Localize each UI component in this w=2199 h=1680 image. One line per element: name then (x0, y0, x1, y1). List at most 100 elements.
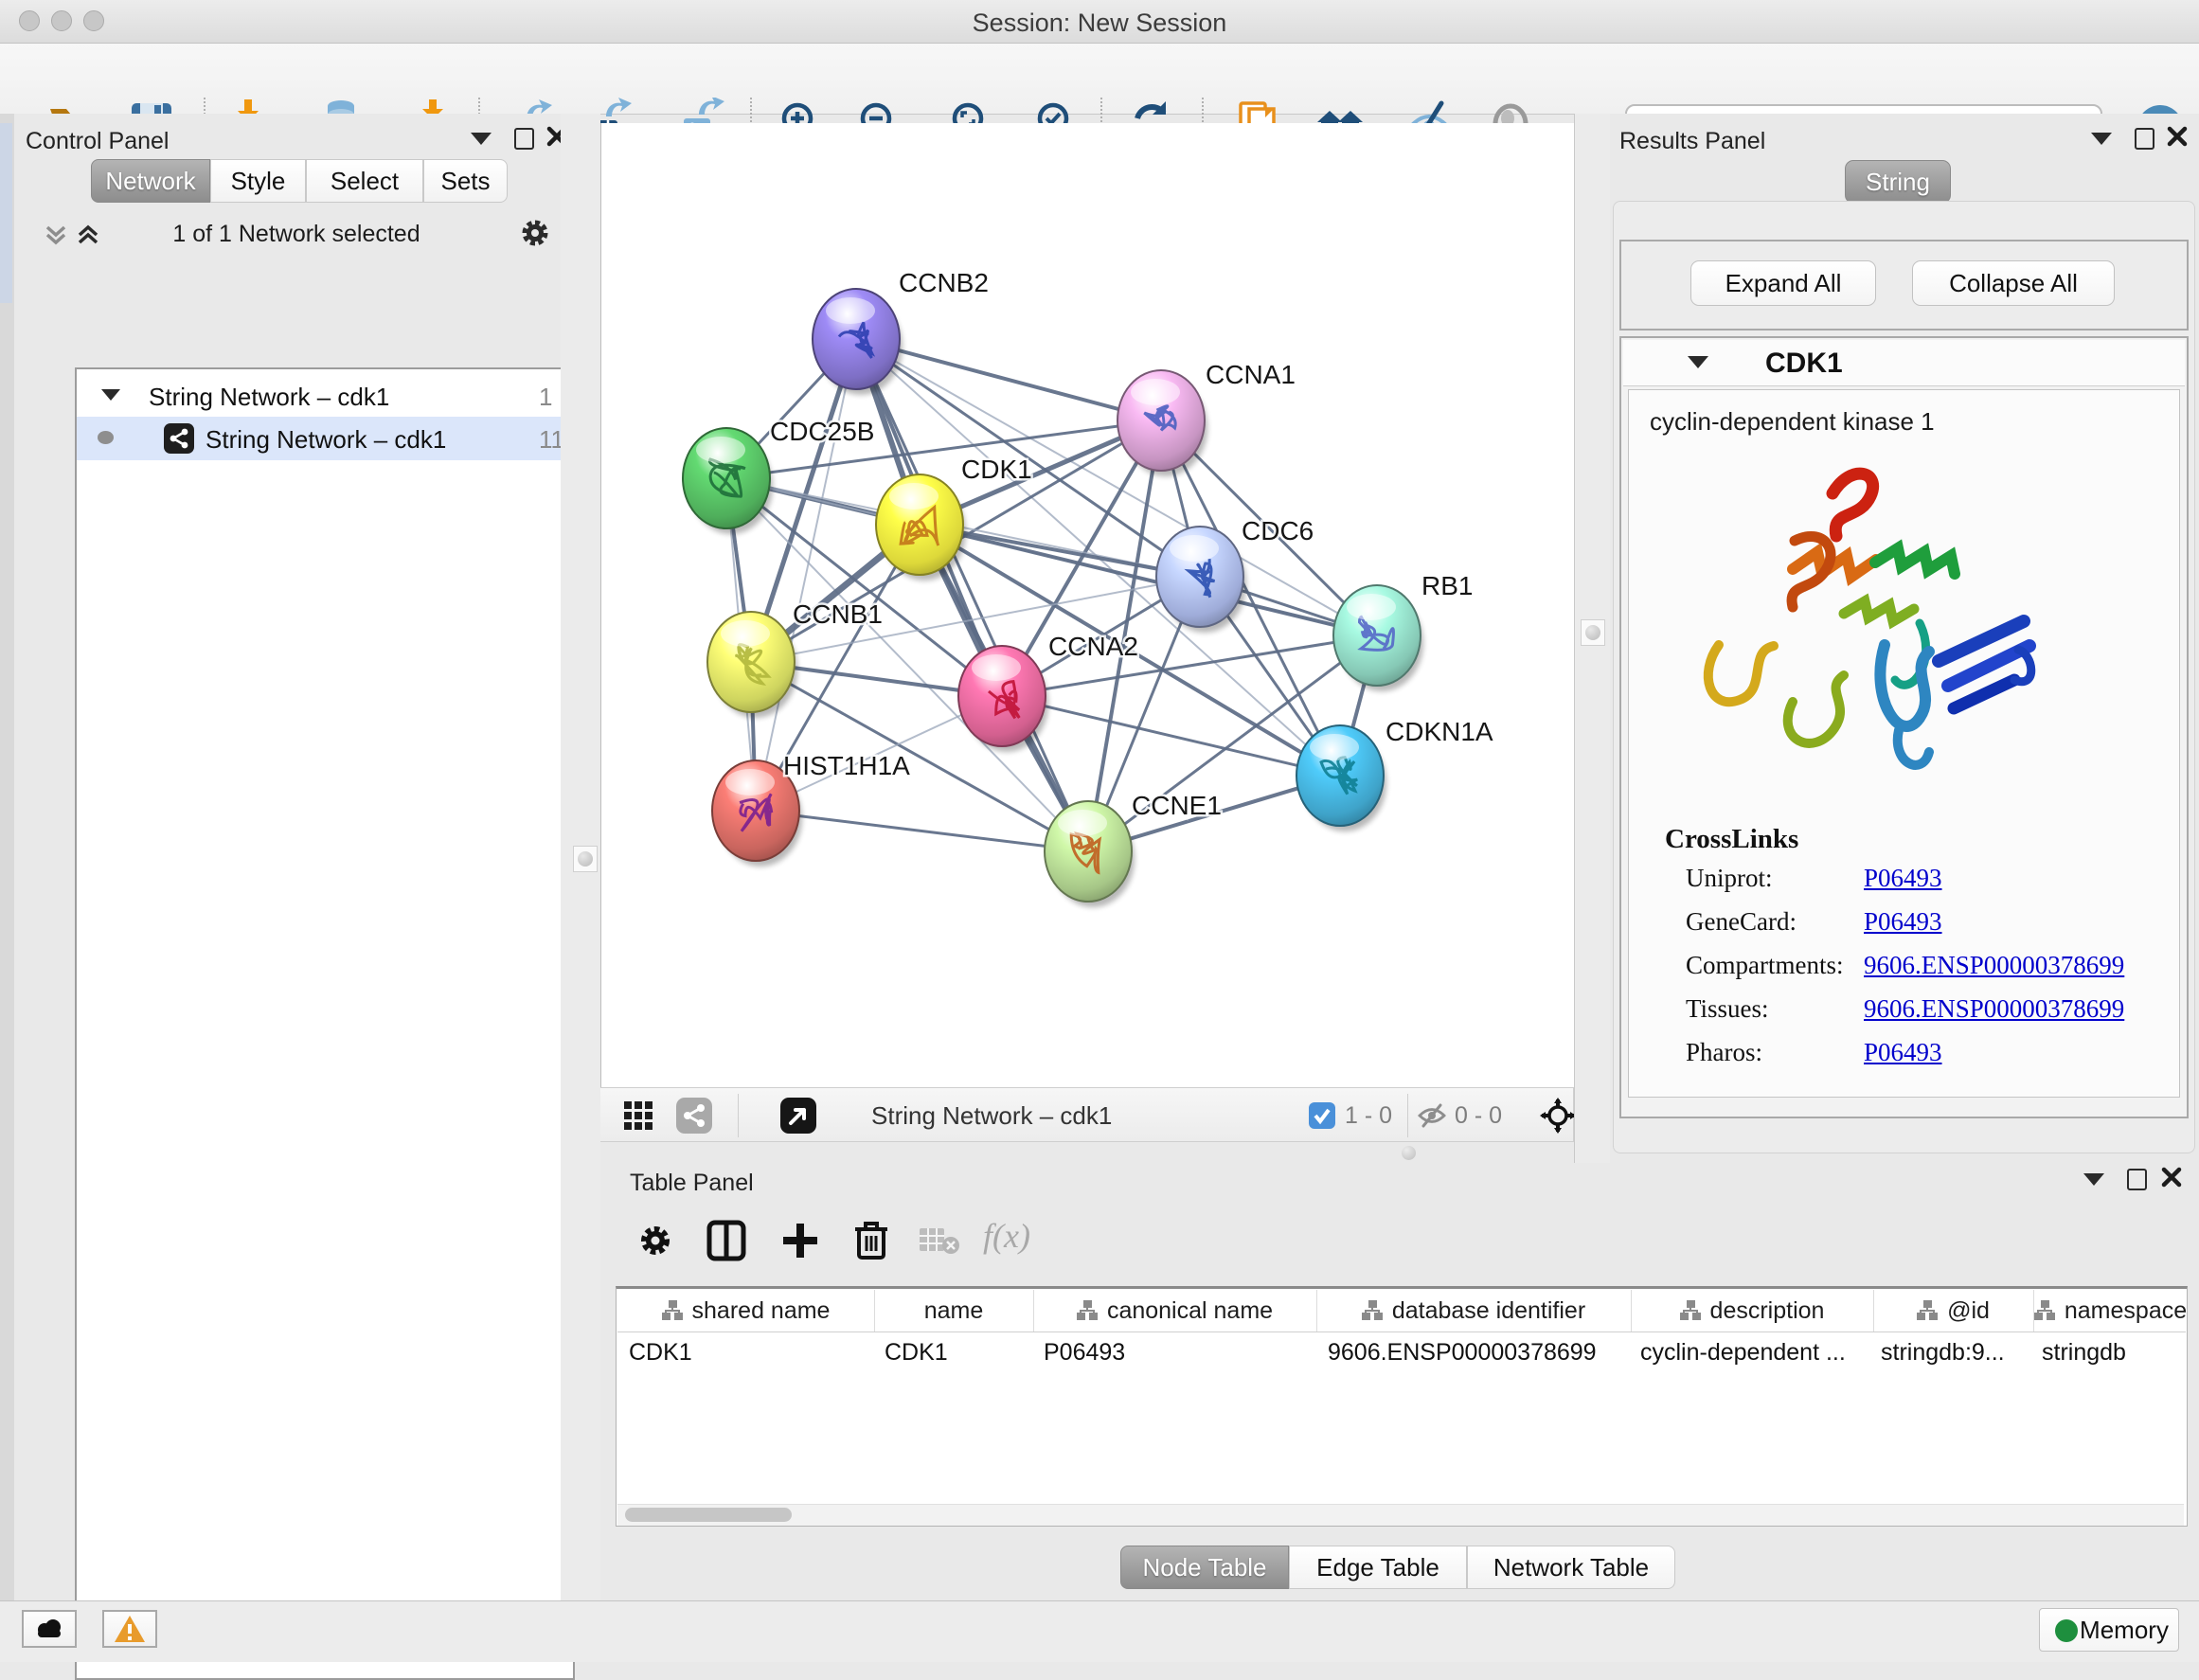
pharos-link[interactable]: P06493 (1864, 1038, 1942, 1066)
tab-network[interactable]: Network (91, 159, 210, 203)
right-splitter[interactable] (1574, 114, 1611, 1163)
splitter-collapse-handle[interactable] (1581, 619, 1605, 646)
expand-all-button[interactable]: Expand All (1690, 260, 1876, 306)
network-collection-row[interactable]: String Network – cdk1 1 (77, 375, 569, 417)
svg-text:CCNA2: CCNA2 (1048, 632, 1138, 661)
delete-table-icon (919, 1225, 960, 1256)
panel-menu-icon[interactable] (2091, 133, 2112, 145)
netbar-separator (738, 1094, 739, 1137)
close-panel-icon[interactable] (2167, 126, 2188, 147)
column-type-icon (1917, 1300, 1938, 1321)
tissues-link[interactable]: 9606.ENSP00000378699 (1864, 994, 2124, 1023)
string-network-icon (164, 423, 194, 454)
selected-checkbox-icon[interactable] (1309, 1102, 1335, 1129)
tab-sets[interactable]: Sets (423, 159, 508, 203)
detach-view-icon[interactable] (780, 1098, 816, 1134)
network-collection-count: 1 (539, 383, 552, 412)
crosslink-label: Tissues: (1686, 994, 1769, 1023)
float-panel-icon[interactable] (514, 128, 534, 150)
table-cell[interactable]: CDK1 (885, 1339, 1027, 1377)
protein-structure-image (1681, 451, 2088, 820)
status-bar: Memory (0, 1600, 2199, 1662)
compartments-link[interactable]: 9606.ENSP00000378699 (1864, 951, 2124, 979)
float-panel-icon[interactable] (2127, 1169, 2147, 1190)
panel-menu-icon[interactable] (2083, 1173, 2104, 1186)
scrollbar-thumb[interactable] (625, 1508, 792, 1522)
crosslink-label: Pharos: (1686, 1038, 1762, 1066)
column-header-name[interactable]: name (874, 1290, 1034, 1331)
cdk1-section-title: CDK1 (1765, 348, 1843, 380)
cdk1-details: cyclin-dependent kinase 1 (1628, 389, 2180, 1098)
genecard-link[interactable]: P06493 (1864, 907, 1942, 936)
results-panel: Results Panel String Expand All Collapse… (1610, 114, 2199, 1163)
cdk1-section-header[interactable]: CDK1 (1623, 340, 2185, 386)
table-cell[interactable]: stringdb (2042, 1339, 2184, 1377)
tab-string[interactable]: String (1845, 160, 1951, 204)
svg-text:CCNB1: CCNB1 (793, 599, 883, 629)
control-panel-title: Control Panel (26, 128, 169, 155)
horizontal-scrollbar[interactable] (617, 1504, 2184, 1526)
collapse-all-icon[interactable] (43, 222, 69, 248)
network-row-label: String Network – cdk1 (206, 425, 446, 455)
svg-text:CDC6: CDC6 (1242, 516, 1314, 545)
table-cell[interactable]: P06493 (1044, 1339, 1309, 1377)
svg-text:CDKN1A: CDKN1A (1386, 717, 1493, 746)
splitter-handle-dot[interactable] (1402, 1146, 1416, 1160)
tab-edge-table[interactable]: Edge Table (1289, 1546, 1467, 1589)
table-gear-icon[interactable] (636, 1222, 674, 1260)
tab-style[interactable]: Style (210, 159, 306, 203)
cloud-button[interactable] (22, 1610, 77, 1648)
table-cell[interactable]: CDK1 (629, 1339, 866, 1377)
tab-node-table[interactable]: Node Table (1120, 1546, 1289, 1589)
tab-select[interactable]: Select (306, 159, 423, 203)
panel-menu-icon[interactable] (471, 133, 492, 145)
column-header-namespace[interactable]: namespace (2033, 1290, 2188, 1331)
warning-button[interactable] (102, 1610, 157, 1648)
birds-eye-icon[interactable] (1540, 1098, 1576, 1134)
column-type-icon (2034, 1300, 2055, 1321)
crosslinks-heading: CrossLinks (1665, 824, 1798, 855)
crosslink-label: Uniprot: (1686, 864, 1773, 892)
network-row-selected[interactable]: String Network – cdk1 11 48 (77, 417, 569, 460)
svg-text:CCNA1: CCNA1 (1206, 360, 1296, 389)
svg-text:CCNB2: CCNB2 (899, 268, 989, 297)
table-cell[interactable]: cyclin-dependent ... (1640, 1339, 1868, 1377)
column-header-database-identifier[interactable]: database identifier (1316, 1290, 1632, 1331)
network-graph[interactable]: CCNB2CCNA1CDC25BCDK1CDC6RB1CCNB1CCNA2CDK… (601, 123, 1575, 1087)
left-splitter[interactable] (561, 114, 600, 1600)
table-cell[interactable]: 9606.ENSP00000378699 (1328, 1339, 1626, 1377)
splitter-collapse-handle[interactable] (573, 846, 598, 872)
column-header-description[interactable]: description (1631, 1290, 1874, 1331)
window-title: Session: New Session (0, 9, 2199, 38)
cdk1-section-box: CDK1 cyclin-dependent kinase 1 (1619, 336, 2189, 1118)
collapse-tree-icon[interactable] (101, 389, 120, 401)
select-columns-icon[interactable] (706, 1220, 746, 1261)
float-panel-icon[interactable] (2135, 128, 2154, 150)
tab-network-table[interactable]: Network Table (1467, 1546, 1675, 1589)
column-header-id[interactable]: @id (1873, 1290, 2034, 1331)
hidden-count: 0 - 0 (1455, 1102, 1502, 1130)
network-view-dot-icon (98, 431, 114, 444)
column-type-icon (1077, 1300, 1098, 1321)
network-canvas[interactable]: CCNB2CCNA1CDC25BCDK1CDC6RB1CCNB1CCNA2CDK… (600, 123, 1576, 1087)
delete-column-icon[interactable] (852, 1218, 890, 1261)
collapse-section-icon[interactable] (1688, 356, 1708, 368)
table-cell[interactable]: stringdb:9... (1881, 1339, 2023, 1377)
memory-button[interactable]: Memory (2039, 1608, 2179, 1652)
string-view-icon[interactable] (676, 1098, 712, 1134)
uniprot-link[interactable]: P06493 (1864, 864, 1942, 892)
collapse-all-button[interactable]: Collapse All (1912, 260, 2115, 306)
expand-all-icon[interactable] (75, 222, 101, 248)
hidden-eye-icon[interactable] (1417, 1102, 1447, 1129)
add-column-icon[interactable] (780, 1220, 820, 1261)
svg-text:CCNE1: CCNE1 (1132, 791, 1222, 820)
crosslinks-links: P06493 P06493 9606.ENSP00000378699 9606.… (1864, 864, 2124, 1081)
gear-icon[interactable] (518, 216, 552, 250)
column-header-shared-name[interactable]: shared name (617, 1290, 875, 1331)
grid-view-icon[interactable] (623, 1100, 653, 1131)
network-selected-status: 1 of 1 Network selected (126, 221, 467, 248)
selected-count: 1 - 0 (1345, 1102, 1392, 1130)
cloud-icon (32, 1617, 66, 1640)
column-header-canonical-name[interactable]: canonical name (1033, 1290, 1317, 1331)
close-panel-icon[interactable] (2161, 1167, 2182, 1188)
